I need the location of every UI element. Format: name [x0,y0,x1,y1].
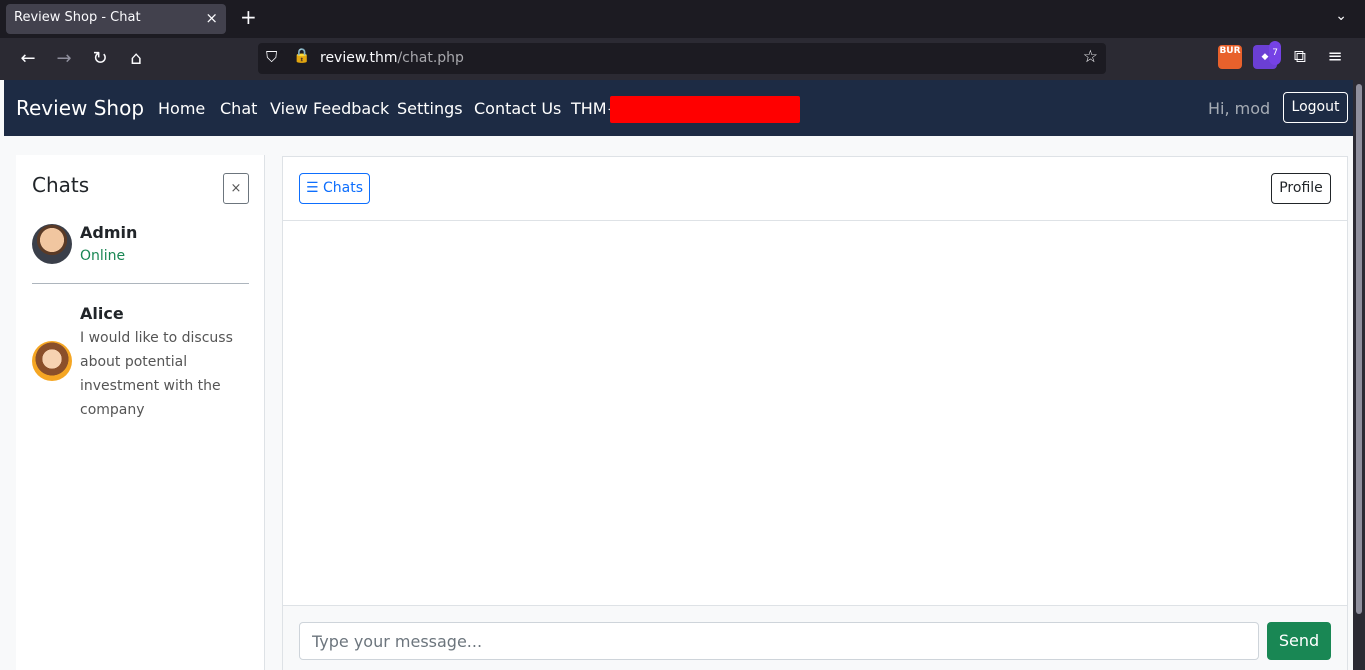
lock-icon[interactable]: 🔒 [293,48,310,64]
new-tab-button[interactable]: + [240,5,257,29]
browser-tab-bar: Review Shop - Chat × + ⌄ [0,0,1365,38]
list-all-tabs-icon[interactable]: ⌄ [1335,8,1347,24]
sidebar-title: Chats [32,173,90,197]
hamburger-menu-icon[interactable]: ≡ [1323,45,1347,69]
tab-title: Review Shop - Chat [14,10,141,25]
chat-item-name: Alice [80,304,124,323]
url-text[interactable]: review.thm/chat.php [320,50,464,66]
site-navbar: Review Shop Home Chat View Feedback Sett… [4,80,1353,136]
back-arrow-icon[interactable]: ← [16,47,40,71]
browser-toolbar: ← → ↻ ⌂ ⛉ 🔒 review.thm/chat.php ☆ BUR ◆ 7… [0,38,1365,80]
chat-item-name: Admin [80,223,138,242]
reload-icon[interactable]: ↻ [88,47,112,71]
toggle-chats-button[interactable]: ☰ Chats [299,173,370,204]
alice-avatar [32,341,72,381]
message-composer: Send [283,605,1347,670]
nav-chat[interactable]: Chat [220,99,257,118]
nav-settings[interactable]: Settings [397,99,463,118]
shield-icon[interactable]: ⛉ [266,48,277,66]
bookmark-star-icon[interactable]: ☆ [1083,47,1098,67]
messages-area[interactable] [283,221,1347,605]
greeting-text: Hi, mod [1208,99,1271,118]
logout-button[interactable]: Logout [1283,92,1348,123]
redaction-box [610,96,800,123]
scrollbar-thumb[interactable] [1356,84,1362,614]
message-input[interactable] [299,622,1259,660]
page-scrollbar[interactable] [1353,80,1365,670]
extension-badge-count: 7 [1269,41,1281,65]
chat-header: ☰ Chats Profile [283,157,1347,221]
chat-item-admin[interactable]: Admin Online [32,223,249,265]
chat-panel: ☰ Chats Profile Send [282,156,1348,670]
chat-divider [32,283,249,284]
home-icon[interactable]: ⌂ [124,47,148,71]
burp-extension-icon[interactable]: BUR [1218,45,1242,69]
address-bar[interactable]: ⛉ 🔒 review.thm/chat.php ☆ [258,43,1106,74]
nav-view-feedback[interactable]: View Feedback [270,99,389,118]
forward-arrow-icon[interactable]: → [52,47,76,71]
brand-logo-text[interactable]: Review Shop [16,96,144,120]
tab-close-icon[interactable]: × [205,9,218,27]
admin-avatar [32,224,72,264]
chat-item-preview: I would like to discuss about potential … [80,330,233,418]
extensions-puzzle-icon[interactable]: ⧉ [1288,45,1312,69]
chat-item-status: Online [80,248,126,264]
browser-tab[interactable]: Review Shop - Chat × [6,4,226,34]
chat-item-alice[interactable]: Alice I would like to discuss about pote… [32,304,249,424]
chats-sidebar: Chats × Admin Online Alice I would like … [16,155,265,670]
profile-button[interactable]: Profile [1271,173,1331,204]
send-button[interactable]: Send [1267,622,1331,660]
close-sidebar-button[interactable]: × [223,173,249,204]
nav-contact-us[interactable]: Contact Us [474,99,561,118]
extension-badge-icon[interactable]: ◆ 7 [1253,41,1281,69]
nav-home[interactable]: Home [158,99,205,118]
